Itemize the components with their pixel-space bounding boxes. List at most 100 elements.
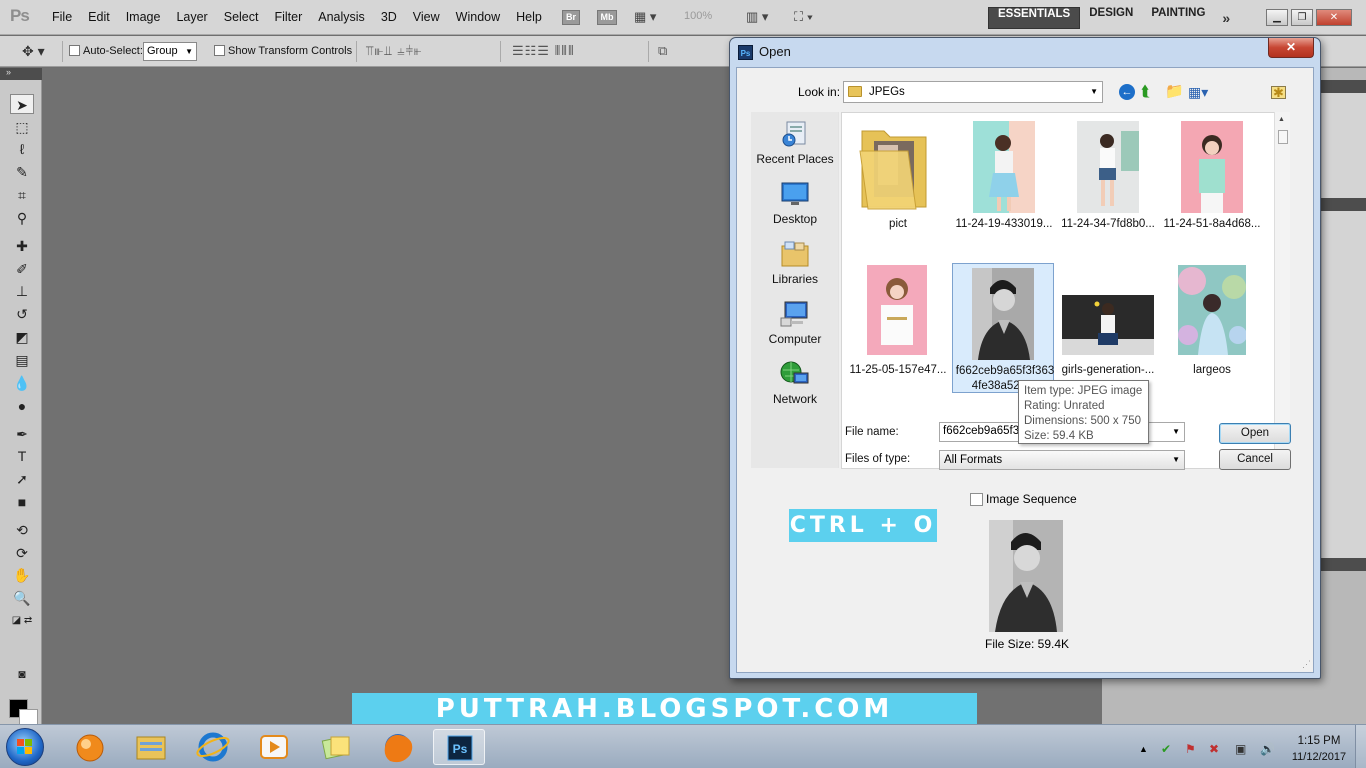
eraser-tool-icon[interactable]: ◩	[10, 327, 34, 347]
up-folder-icon[interactable]: ⮬	[1141, 84, 1150, 100]
dialog-close-button[interactable]: ✕	[1268, 38, 1314, 58]
place-recent-places[interactable]: Recent Places	[751, 120, 839, 166]
menu-image[interactable]: Image	[118, 0, 169, 35]
marquee-tool-icon[interactable]: ⬚	[10, 117, 34, 137]
blur-tool-icon[interactable]: 💧	[10, 373, 34, 393]
auto-align-icon[interactable]: ⧉	[658, 43, 668, 59]
file-item-image[interactable]: largeos	[1160, 265, 1264, 395]
move-tool-icon[interactable]: ➤	[10, 94, 34, 114]
favorites-icon[interactable]: ✱	[1271, 86, 1286, 99]
place-desktop[interactable]: Desktop	[751, 180, 839, 226]
menu-analysis[interactable]: Analysis	[310, 0, 373, 35]
taskbar-file-explorer[interactable]	[125, 729, 177, 765]
show-hidden-icons-icon[interactable]: ▲	[1139, 744, 1148, 754]
quick-mask-icon[interactable]: ◙	[10, 664, 34, 684]
gradient-tool-icon[interactable]: ▤	[10, 350, 34, 370]
scroll-thumb[interactable]	[1278, 130, 1288, 144]
file-list-scrollbar[interactable]: ▲ ▼	[1274, 112, 1290, 469]
show-desktop-button[interactable]	[1355, 725, 1366, 768]
transform-controls-checkbox[interactable]: Show Transform Controls	[214, 36, 352, 67]
healing-brush-tool-icon[interactable]: ✚	[10, 236, 34, 256]
look-in-dropdown[interactable]: JPEGs ▼	[843, 81, 1103, 103]
taskbar-media-player[interactable]	[248, 729, 300, 765]
image-sequence-checkbox[interactable]	[970, 493, 983, 506]
back-icon[interactable]: ←	[1119, 84, 1135, 100]
pen-tool-icon[interactable]: ✒	[10, 424, 34, 444]
eyedropper-tool-icon[interactable]: ⚲	[10, 208, 34, 228]
file-item-image[interactable]: 11-24-34-7fd8b0...	[1056, 117, 1160, 247]
taskbar-firefox[interactable]	[372, 729, 424, 765]
history-brush-tool-icon[interactable]: ↺	[10, 304, 34, 324]
place-network[interactable]: Network	[751, 360, 839, 406]
more-workspaces-icon[interactable]: »	[1214, 10, 1230, 26]
mini-bridge-button[interactable]: Mb	[597, 10, 617, 25]
menu-file[interactable]: File	[44, 0, 80, 35]
taskbar-photoshop[interactable]: Ps	[433, 729, 485, 765]
clone-stamp-tool-icon[interactable]: ⊥	[10, 281, 34, 301]
auto-select-dropdown[interactable]: Group ▼	[143, 42, 197, 61]
align-icons[interactable]: ⫪⊪⫫ ⫨⫩⫦	[366, 43, 422, 59]
close-icon[interactable]: ✕	[1316, 9, 1352, 26]
view-menu-icon[interactable]: ▦▾	[1188, 84, 1208, 100]
auto-select-checkbox[interactable]: Auto-Select:	[69, 36, 143, 67]
cancel-button[interactable]: Cancel	[1219, 449, 1291, 470]
network-tray-icon[interactable]: ▣	[1235, 742, 1246, 756]
brush-tool-icon[interactable]: ✐	[10, 259, 34, 279]
files-of-type-select[interactable]: All Formats ▼	[939, 450, 1185, 470]
menu-window[interactable]: Window	[448, 0, 508, 35]
menu-filter[interactable]: Filter	[266, 0, 310, 35]
file-item-image[interactable]: 11-25-05-157e47...	[846, 265, 950, 395]
sync-tray-icon[interactable]: ✔	[1161, 742, 1171, 756]
volume-tray-icon[interactable]: 🔊	[1260, 742, 1275, 756]
place-libraries[interactable]: Libraries	[751, 240, 839, 286]
file-item-image-selected[interactable]: f662ceb9a65f3f363 4fe38a52ac7	[952, 263, 1054, 393]
menu-3d[interactable]: 3D	[373, 0, 405, 35]
quick-select-tool-icon[interactable]: ✎	[10, 162, 34, 182]
restore-icon[interactable]: ❐	[1291, 9, 1313, 26]
menu-help[interactable]: Help	[508, 0, 550, 35]
power-tray-icon[interactable]: ✖	[1209, 742, 1219, 756]
minimize-icon[interactable]: ▁	[1266, 9, 1288, 26]
dialog-titlebar[interactable]: Ps Open ✕	[730, 38, 1320, 66]
flag-tray-icon[interactable]: ⚑	[1185, 742, 1196, 756]
menu-view[interactable]: View	[405, 0, 448, 35]
workspace-essentials[interactable]: ESSENTIALS	[988, 7, 1081, 29]
open-button[interactable]: Open	[1219, 423, 1291, 444]
move-tool-preset-icon[interactable]: ✥ ▾	[22, 36, 45, 67]
3d-rotate-tool-icon[interactable]: ⟲	[10, 520, 34, 540]
file-item-image[interactable]: 11-24-19-433019...	[952, 117, 1056, 247]
shape-tool-icon[interactable]: ■	[10, 492, 34, 512]
clock-date[interactable]: 11/12/2017	[1285, 751, 1353, 763]
hand-tool-icon[interactable]: ✋	[10, 565, 34, 585]
taskbar-sticky-notes[interactable]	[310, 729, 362, 765]
zoom-level[interactable]: 100%	[684, 10, 712, 22]
scroll-up-icon[interactable]: ▲	[1278, 116, 1285, 123]
resize-grip-icon[interactable]: ⋰	[1302, 659, 1311, 670]
distribute-icons[interactable]: ☰☷☰ ⦀⦀⦀	[512, 43, 575, 59]
3d-orbit-tool-icon[interactable]: ⟳	[10, 543, 34, 563]
workspace-design[interactable]: DESIGN	[1080, 7, 1142, 29]
menu-edit[interactable]: Edit	[80, 0, 118, 35]
taskbar-internet-explorer[interactable]	[187, 729, 239, 765]
file-item-image[interactable]: girls-generation-...	[1056, 265, 1160, 395]
file-item-image[interactable]: 11-24-51-8a4d68...	[1160, 117, 1264, 247]
collapse-icon[interactable]: »	[6, 67, 11, 77]
file-item-folder[interactable]: pict	[846, 117, 950, 247]
zoom-tool-icon[interactable]: 🔍	[10, 588, 34, 608]
view-extras-icon[interactable]: ▦ ▾	[634, 9, 656, 25]
path-selection-tool-icon[interactable]: ➚	[10, 469, 34, 489]
new-folder-icon[interactable]: 📁	[1165, 84, 1184, 100]
chevron-down-icon[interactable]: ▼	[1172, 427, 1180, 436]
screen-mode-icon[interactable]: ⛶ ▾	[794, 9, 813, 25]
arrange-documents-icon[interactable]: ▥ ▾	[746, 9, 768, 25]
bridge-button[interactable]: Br	[562, 10, 580, 25]
crop-tool-icon[interactable]: ⌗	[10, 185, 34, 205]
lasso-tool-icon[interactable]: ℓ	[10, 139, 34, 159]
dodge-tool-icon[interactable]: ●	[10, 396, 34, 416]
workspace-painting[interactable]: PAINTING	[1142, 7, 1214, 29]
taskbar-sparkle-app[interactable]	[64, 729, 116, 765]
type-tool-icon[interactable]: T	[10, 446, 34, 466]
menu-layer[interactable]: Layer	[168, 0, 215, 35]
start-button[interactable]	[6, 728, 44, 766]
clock-time[interactable]: 1:15 PM	[1289, 735, 1349, 747]
